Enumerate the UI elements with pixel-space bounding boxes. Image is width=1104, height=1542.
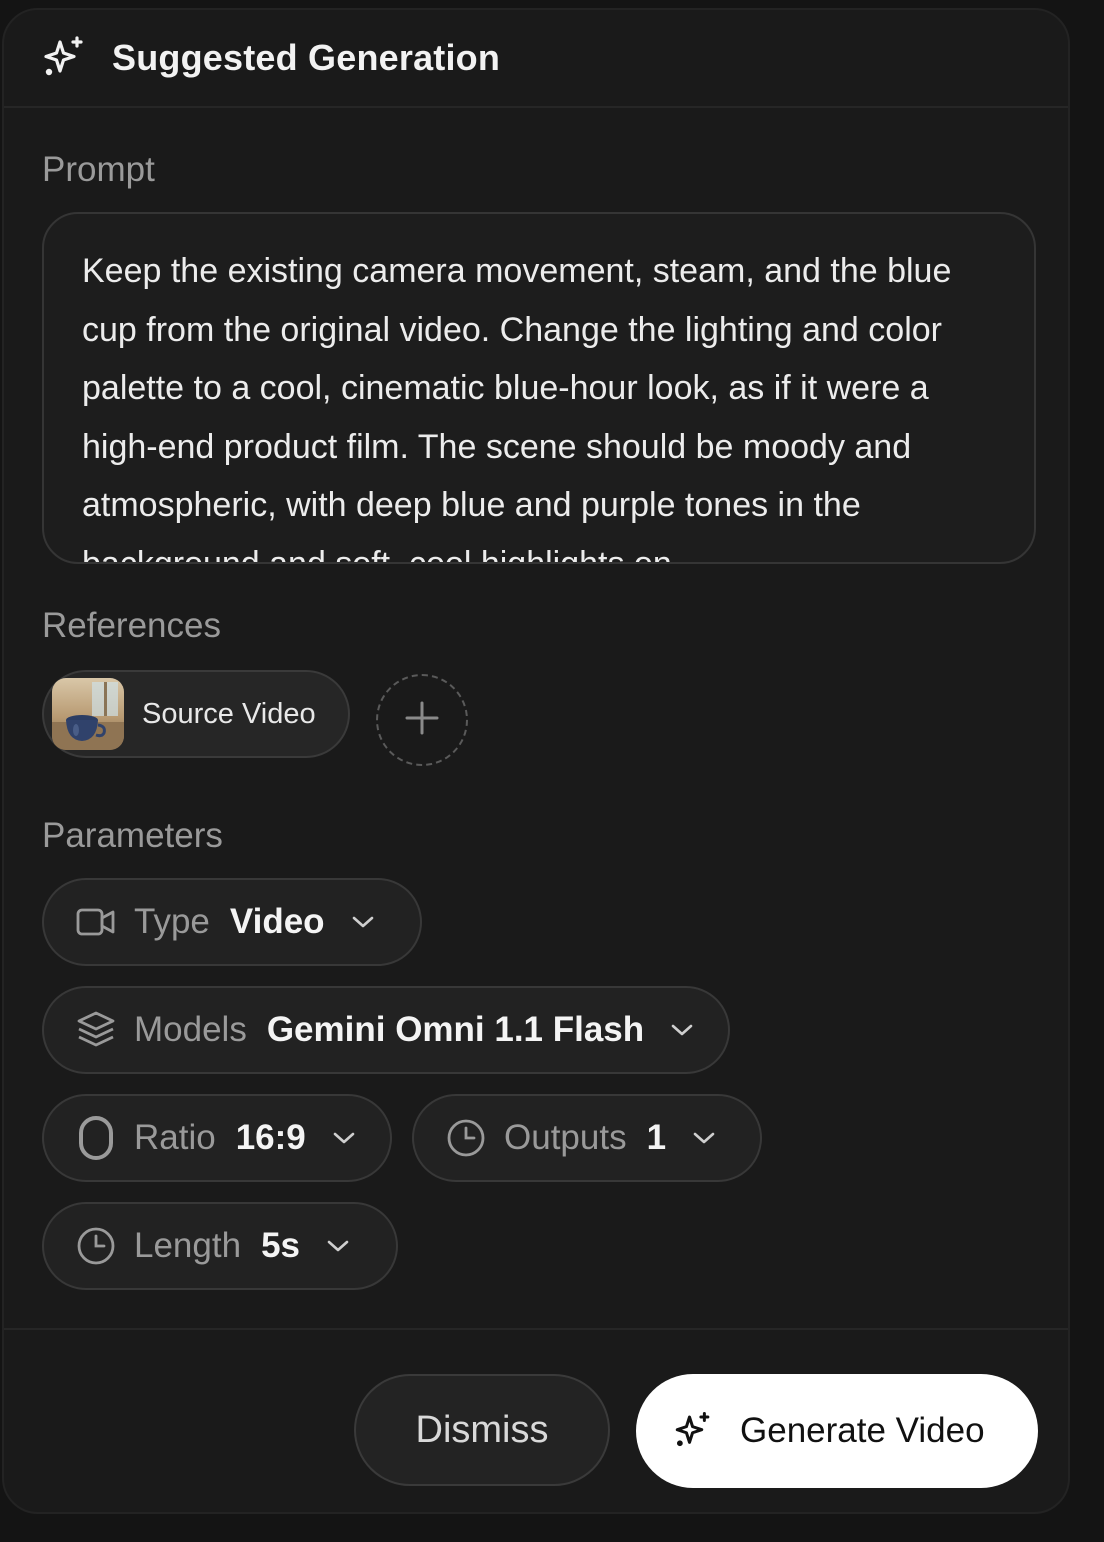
clock-icon [76,1226,116,1266]
type-key: Type [134,902,210,941]
panel-title: Suggested Generation [112,37,501,78]
prompt-label: Prompt [42,150,155,189]
ratio-select[interactable]: Ratio 16:9 [42,1094,392,1182]
models-key: Models [134,1010,247,1049]
reference-label: Source Video [142,697,316,730]
reference-chip-source-video[interactable]: Source Video [42,670,350,758]
length-key: Length [134,1226,242,1265]
references-label: References [42,606,221,645]
type-value: Video [229,902,325,941]
chevron-down-icon [326,1233,352,1259]
panel-header: Suggested Generation [4,10,1068,108]
models-value: Gemini Omni 1.1 Flash [266,1010,645,1049]
chevron-down-icon [332,1125,358,1151]
length-value: 5s [261,1226,300,1265]
ratio-value: 16:9 [235,1118,306,1157]
plus-icon [405,701,439,740]
dismiss-button[interactable]: Dismiss [354,1374,610,1486]
cup-thumbnail [52,678,124,750]
suggested-generation-panel: Suggested Generation Prompt Keep the exi… [2,8,1070,1514]
sparkles-icon [40,33,90,83]
prompt-text: Keep the existing camera movement, steam… [82,252,952,564]
video-camera-icon [76,902,116,942]
parameters-label: Parameters [42,816,223,855]
ratio-icon [76,1116,116,1160]
outputs-value: 1 [646,1118,667,1157]
prompt-textarea[interactable]: Keep the existing camera movement, steam… [42,212,1036,564]
type-select[interactable]: Type Video [42,878,422,966]
clock-icon [446,1118,486,1158]
sparkles-icon [672,1409,716,1453]
ratio-key: Ratio [134,1118,216,1157]
models-select[interactable]: Models Gemini Omni 1.1 Flash [42,986,730,1074]
chevron-down-icon [692,1125,718,1151]
length-select[interactable]: Length 5s [42,1202,398,1290]
outputs-select[interactable]: Outputs 1 [412,1094,762,1182]
generate-video-label: Generate Video [740,1411,985,1450]
chevron-down-icon [351,909,377,935]
add-reference-button[interactable] [376,674,468,766]
outputs-key: Outputs [504,1118,627,1157]
chevron-down-icon [670,1017,696,1043]
generate-video-button[interactable]: Generate Video [636,1374,1038,1488]
layers-icon [76,1010,116,1050]
